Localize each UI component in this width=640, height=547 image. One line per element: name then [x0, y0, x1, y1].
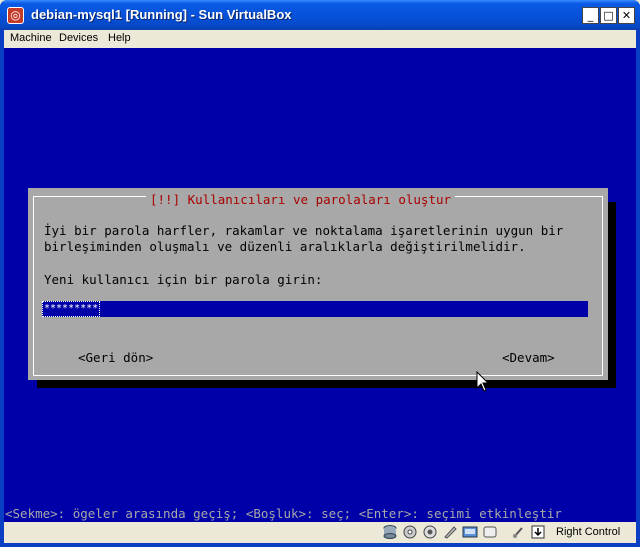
optical-drive-icon[interactable]	[402, 525, 418, 539]
title-bar[interactable]: ◎ debian-mysql1 [Running] - Sun VirtualB…	[0, 0, 640, 30]
password-prompt: Yeni kullanıcı için bir parola girin:	[44, 272, 323, 287]
host-key-label: Right Control	[556, 526, 621, 538]
hard-disk-icon[interactable]	[382, 525, 398, 539]
menu-machine[interactable]: Machine	[10, 32, 52, 44]
minimize-button[interactable]: _	[582, 7, 599, 24]
password-value: *********	[42, 301, 101, 317]
continue-button[interactable]: <Devam>	[502, 350, 555, 365]
status-bar: Right Control	[4, 522, 636, 543]
usb-icon[interactable]	[462, 525, 478, 539]
menu-devices[interactable]: Devices	[59, 32, 98, 44]
virtualbox-app-icon[interactable]: ◎	[7, 7, 24, 24]
mouse-cursor-icon	[476, 371, 490, 392]
keyboard-hint: <Sekme>: ögeler arasında geçiş; <Boşluk>…	[5, 506, 562, 521]
guest-screen[interactable]: [!!] Kullanıcıları ve parolaları oluştur…	[4, 48, 636, 522]
dialog-description-line2: birleşiminden oluşmalı ve düzenli aralık…	[44, 239, 526, 254]
keyboard-capture-icon[interactable]	[530, 525, 546, 539]
installer-dialog: [!!] Kullanıcıları ve parolaları oluştur…	[28, 188, 608, 380]
window-title: debian-mysql1 [Running] - Sun VirtualBox	[31, 7, 292, 22]
menu-bar: Machine Devices Help	[4, 30, 636, 48]
audio-icon[interactable]	[422, 525, 438, 539]
mouse-integration-icon[interactable]	[510, 525, 526, 539]
maximize-button[interactable]: □	[600, 7, 617, 24]
back-button[interactable]: <Geri dön>	[78, 350, 153, 365]
password-input[interactable]: *********	[42, 301, 588, 317]
menu-help[interactable]: Help	[108, 32, 131, 44]
dialog-title: [!!] Kullanıcıları ve parolaları oluştur	[146, 192, 456, 207]
network-icon[interactable]	[442, 525, 458, 539]
shared-folders-icon[interactable]	[482, 525, 498, 539]
virtualbox-window: ◎ debian-mysql1 [Running] - Sun VirtualB…	[0, 0, 640, 547]
dialog-description-line1: İyi bir parola harfler, rakamlar ve nokt…	[44, 223, 564, 238]
close-button[interactable]: ✕	[618, 7, 635, 24]
